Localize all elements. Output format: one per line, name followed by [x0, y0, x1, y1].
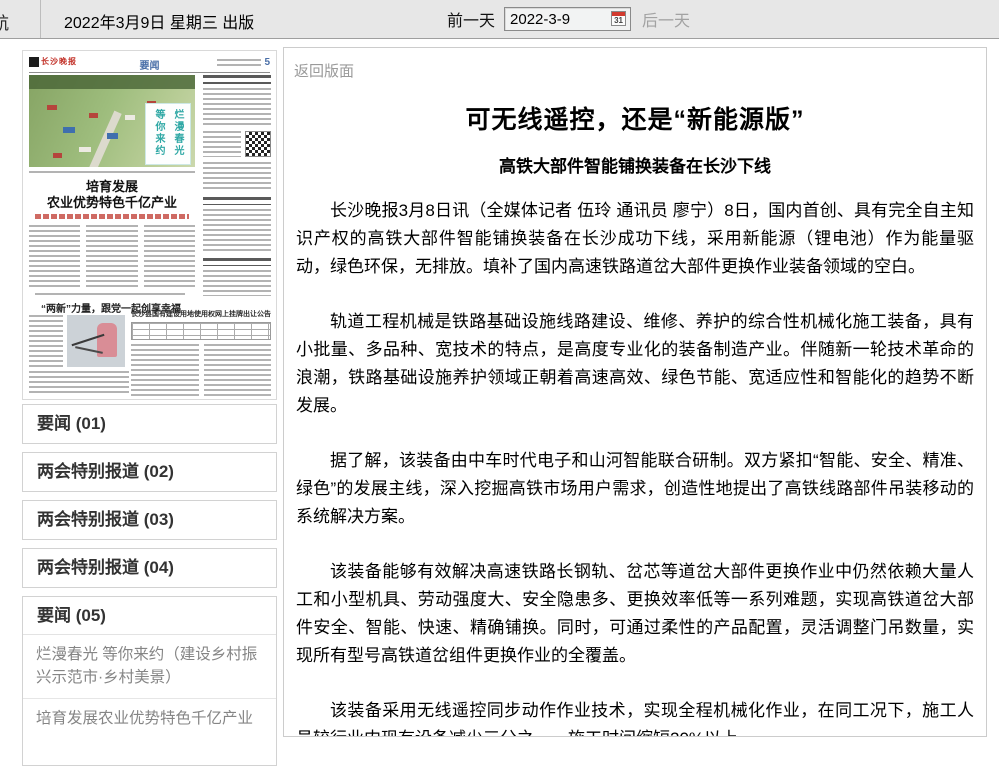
qr-code [245, 131, 271, 157]
article-paragraph: 该装备采用无线遥控同步动作作业技术，实现全程机械化作业，在同工况下，施工人员较行… [296, 697, 974, 737]
article-subtitle: 高铁大部件智能铺换装备在长沙下线 [294, 154, 976, 180]
article-paragraph: 轨道工程机械是铁路基础设施线路建设、维修、养护的综合性机械化施工装备，具有小批量… [296, 308, 974, 420]
fake-text-block [217, 59, 261, 67]
topbar-divider [40, 0, 41, 38]
thumbnail-headline-1: 培育发展 农业优势特色千亿产业 [29, 179, 195, 211]
date-navigation: 前一天 31 后一天 [447, 0, 690, 38]
next-day-link-disabled: 后一天 [642, 7, 690, 31]
fake-text-block [86, 225, 137, 287]
sidebar-section-05[interactable]: 要闻 (05) [23, 597, 276, 635]
topbar: 航 2022年3月9日 星期三 出版 前一天 31 后一天 [0, 0, 999, 39]
thumbnail-masthead-meta: 5 [217, 57, 270, 68]
photo-roof [63, 127, 75, 133]
article-paragraph: 长沙晚报3月8日讯（全媒体记者 伍玲 通讯员 廖宁）8日，国内首创、具有完全自主… [296, 197, 974, 281]
sidebar-section-03[interactable]: 两会特别报道 (03) [22, 500, 277, 540]
photo-caption-fake-text [29, 171, 195, 175]
thumbnail-kicker-fake-text [35, 293, 185, 297]
fake-text-block [203, 131, 241, 157]
newspaper-logo-icon [29, 57, 39, 67]
photo-roof [47, 105, 57, 110]
photo-roof [125, 115, 135, 120]
calendar-icon-day: 31 [612, 16, 625, 25]
date-input-wrap: 31 [504, 7, 631, 31]
fake-text-block [203, 270, 271, 296]
article-panel: 返回版面 可无线遥控，还是“新能源版” 高铁大部件智能铺换装备在长沙下线 长沙晚… [283, 47, 987, 737]
publication-date: 2022年3月9日 星期三 出版 [64, 9, 254, 33]
back-to-page-link[interactable]: 返回版面 [294, 60, 354, 81]
newspaper-logo-text: 长沙晚报 [41, 56, 77, 67]
prev-day-link[interactable]: 前一天 [447, 7, 495, 31]
photo-treeline [29, 75, 195, 89]
thumbnail-land-notice: 长沙县国有建设用地使用权网上挂牌出让公告 [131, 309, 271, 397]
fake-text-block [29, 371, 129, 393]
fake-text-block [203, 88, 271, 126]
story2-photo [67, 315, 125, 367]
article-title: 可无线遥控，还是“新能源版” [294, 103, 976, 137]
sidebar-section-01[interactable]: 要闻 (01) [22, 404, 277, 444]
promo-text-line: 等你来约 [151, 109, 166, 164]
sidebar-article-link[interactable]: 烂漫春光 等你来约（建设乡村振兴示范市·乡村美景） [23, 635, 276, 699]
article-body: 长沙晚报3月8日讯（全媒体记者 伍玲 通讯员 廖宁）8日，国内首创、具有完全自主… [294, 197, 976, 737]
fake-text-block [203, 209, 271, 253]
fake-text-columns [131, 344, 271, 398]
land-notice-table [131, 322, 271, 340]
headline-1-line1: 培育发展 [29, 179, 195, 195]
sidebar-section-04[interactable]: 两会特别报道 (04) [22, 548, 277, 588]
fake-text-block [131, 344, 199, 398]
thumbnail-subhead-red [35, 214, 189, 219]
thumbnail-page-number: 5 [264, 57, 270, 68]
sidebar-article-link[interactable]: 培育发展农业优势特色千亿产业 [23, 699, 276, 739]
thumbnail-right-column [203, 75, 271, 305]
fake-text-block [144, 225, 195, 287]
thumbnail-section-title: 要闻 [140, 57, 160, 72]
fake-headline-block [203, 197, 271, 205]
fake-text-block [203, 162, 271, 192]
fake-text-block [29, 225, 80, 287]
photo-roof [79, 147, 91, 152]
sidebar-section-02[interactable]: 两会特别报道 (02) [22, 452, 277, 492]
fake-headline-block [203, 258, 271, 266]
fake-text-block [29, 315, 63, 367]
fake-text-columns [29, 225, 195, 287]
page-thumbnail[interactable]: 长沙晚报 要闻 5 等你来约 烂漫春光 培育发展 农业优势特色千亿产业 “两 [22, 50, 277, 400]
promo-text-line: 烂漫春光 [170, 109, 185, 164]
thumbnail-story2 [29, 315, 129, 397]
thumbnail-promo-card: 等你来约 烂漫春光 [145, 103, 191, 165]
article-paragraph: 据了解，该装备由中车时代电子和山河智能联合研制。双方紧扣“智能、安全、精准、绿色… [296, 447, 974, 531]
sidebar-section-05-expanded: 要闻 (05) 烂漫春光 等你来约（建设乡村振兴示范市·乡村美景） 培育发展农业… [22, 596, 277, 766]
calendar-icon[interactable]: 31 [611, 11, 626, 26]
qr-row [203, 131, 271, 157]
photo-roof [89, 113, 98, 118]
fake-headline-block [203, 75, 271, 84]
article-paragraph: 该装备能够有效解决高速铁路长钢轨、岔芯等道岔大部件更换作业中仍然依赖大量人工和小… [296, 558, 974, 670]
newspaper-logo: 长沙晚报 [29, 56, 77, 67]
story2-row [29, 315, 129, 367]
photo-roof [107, 133, 118, 139]
nav-label-partial[interactable]: 航 [0, 9, 9, 34]
fake-text-block [204, 344, 272, 398]
photo-roof [53, 153, 62, 158]
thumbnail-masthead: 长沙晚报 要闻 5 [29, 54, 270, 73]
land-notice-title: 长沙县国有建设用地使用权网上挂牌出让公告 [131, 309, 271, 319]
headline-1-line2: 农业优势特色千亿产业 [29, 195, 195, 211]
